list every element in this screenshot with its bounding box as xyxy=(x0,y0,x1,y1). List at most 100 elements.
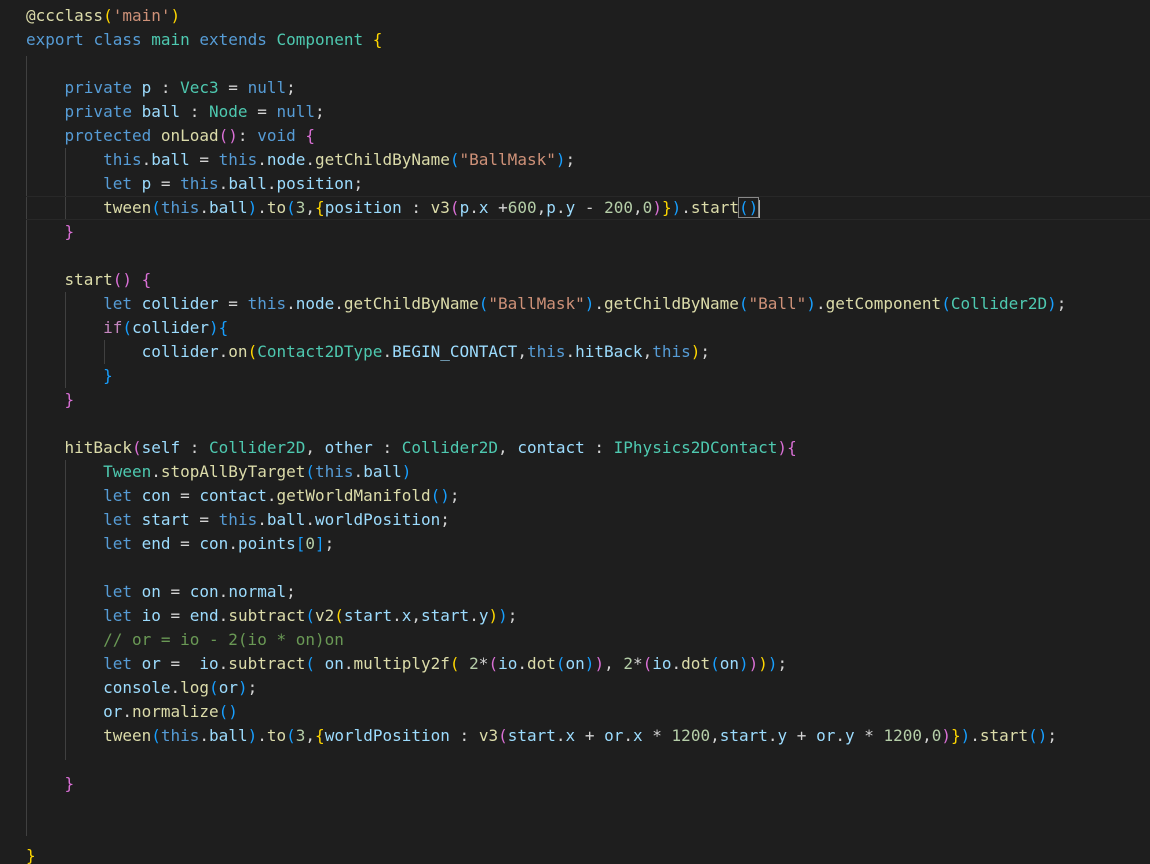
code-token: void xyxy=(257,126,306,145)
code-token: multiply2f xyxy=(353,654,450,673)
code-line[interactable]: } xyxy=(26,388,75,412)
code-line[interactable]: let end = con.points[0]; xyxy=(26,532,334,556)
code-token: + xyxy=(575,726,605,745)
code-token: IPhysics2DContact xyxy=(613,438,778,457)
code-token: this xyxy=(315,462,354,481)
code-token: 3 xyxy=(295,726,306,745)
code-token: . xyxy=(218,342,229,361)
code-token: . xyxy=(122,702,132,721)
code-token: export xyxy=(26,30,94,49)
code-token: ( xyxy=(488,654,499,673)
code-line[interactable]: @ccclass('main') xyxy=(26,4,180,28)
code-line[interactable]: let or = io.subtract( on.multiply2f( 2*(… xyxy=(26,652,787,676)
code-token: : xyxy=(449,726,479,745)
code-line[interactable]: let collider = this.node.getChildByName(… xyxy=(26,292,1066,316)
code-token: 2 xyxy=(469,654,479,673)
code-line[interactable]: let on = con.normal; xyxy=(26,580,296,604)
code-token: getChildByName xyxy=(343,294,479,313)
code-token: private xyxy=(64,102,142,121)
code-token: . xyxy=(469,198,479,217)
code-line[interactable]: let con = contact.getWorldManifold(); xyxy=(26,484,459,508)
code-token: this xyxy=(218,150,258,169)
code-token: ) xyxy=(584,294,595,313)
code-token: let xyxy=(103,510,142,529)
code-token: . xyxy=(469,606,479,625)
code-token: + xyxy=(787,726,817,745)
code-token: : xyxy=(180,102,210,121)
code-line[interactable]: } xyxy=(26,844,36,864)
code-token: . xyxy=(257,726,267,745)
code-token: } xyxy=(64,222,75,241)
code-token: self xyxy=(141,438,181,457)
code-token: getChildByName xyxy=(604,294,739,313)
code-token: start xyxy=(507,726,556,745)
code-token: dot xyxy=(681,654,711,673)
code-token: null xyxy=(247,78,287,97)
code-token: } xyxy=(661,198,672,217)
code-token: start xyxy=(64,270,113,289)
code-token: . xyxy=(218,606,229,625)
code-token: ( xyxy=(642,654,653,673)
code-line[interactable]: tween(this.ball).to(3,{worldPosition : v… xyxy=(26,724,1057,748)
code-line[interactable]: let p = this.ball.position; xyxy=(26,172,363,196)
code-token: , xyxy=(498,438,518,457)
code-token: : xyxy=(401,198,431,217)
code-token: this xyxy=(218,510,258,529)
code-token: 1200 xyxy=(671,726,711,745)
code-line[interactable]: } xyxy=(26,220,75,244)
code-token: . xyxy=(767,726,778,745)
code-token: let xyxy=(103,534,142,553)
code-line[interactable]: this.ball = this.node.getChildByName("Ba… xyxy=(26,148,575,172)
code-token: . xyxy=(594,294,605,313)
code-token: collider xyxy=(141,342,219,361)
code-token: ) xyxy=(247,726,258,745)
code-token: ( xyxy=(151,198,161,217)
code-token: ) xyxy=(1047,294,1057,313)
code-line[interactable]: or.normalize() xyxy=(26,700,238,724)
code-line[interactable]: export class main extends Component { xyxy=(26,28,382,52)
code-line[interactable]: private p : Vec3 = null; xyxy=(26,76,296,100)
code-token: con xyxy=(199,534,229,553)
code-line[interactable]: private ball : Node = null; xyxy=(26,100,325,124)
code-token: extends xyxy=(199,30,277,49)
code-token: 0 xyxy=(931,726,942,745)
code-token: = xyxy=(218,78,248,97)
code-line[interactable]: // or = io - 2(io * on)on xyxy=(26,628,344,652)
code-line[interactable]: Tween.stopAllByTarget(this.ball) xyxy=(26,460,411,484)
code-line[interactable]: let io = end.subtract(v2(start.x,start.y… xyxy=(26,604,517,628)
code-token: () xyxy=(218,126,238,145)
code-line[interactable]: } xyxy=(26,772,75,796)
code-token: ( xyxy=(449,654,460,673)
code-token: ( xyxy=(305,606,316,625)
code-token: . xyxy=(170,678,181,697)
code-token: , xyxy=(305,438,325,457)
code-token: ; xyxy=(247,678,258,697)
code-editor[interactable]: @ccclass('main') export class main extend… xyxy=(0,0,1150,864)
code-token: . xyxy=(218,654,229,673)
code-line[interactable]: } xyxy=(26,364,113,388)
code-line[interactable]: tween(this.ball).to(3,{position : v3(p.x… xyxy=(26,196,761,220)
code-token: getComponent xyxy=(825,294,942,313)
code-token: = xyxy=(160,582,190,601)
code-token: ( xyxy=(151,726,161,745)
code-line[interactable]: let start = this.ball.worldPosition; xyxy=(26,508,450,532)
code-token: collider xyxy=(141,294,219,313)
code-token: ) xyxy=(209,318,219,337)
code-token: end xyxy=(141,534,171,553)
code-line[interactable]: hitBack(self : Collider2D, other : Colli… xyxy=(26,436,797,460)
code-token: () xyxy=(738,197,760,218)
code-line[interactable]: collider.on(Contact2DType.BEGIN_CONTACT,… xyxy=(26,340,710,364)
code-token: start xyxy=(343,606,393,625)
code-token: , xyxy=(536,198,547,217)
code-token: Node xyxy=(209,102,248,121)
code-token: . xyxy=(199,726,210,745)
code-line[interactable]: console.log(or); xyxy=(26,676,257,700)
code-line[interactable]: if(collider){ xyxy=(26,316,228,340)
code-token: on xyxy=(565,654,585,673)
code-line[interactable]: start() { xyxy=(26,268,152,292)
code-line[interactable]: protected onLoad(): void { xyxy=(26,124,315,148)
